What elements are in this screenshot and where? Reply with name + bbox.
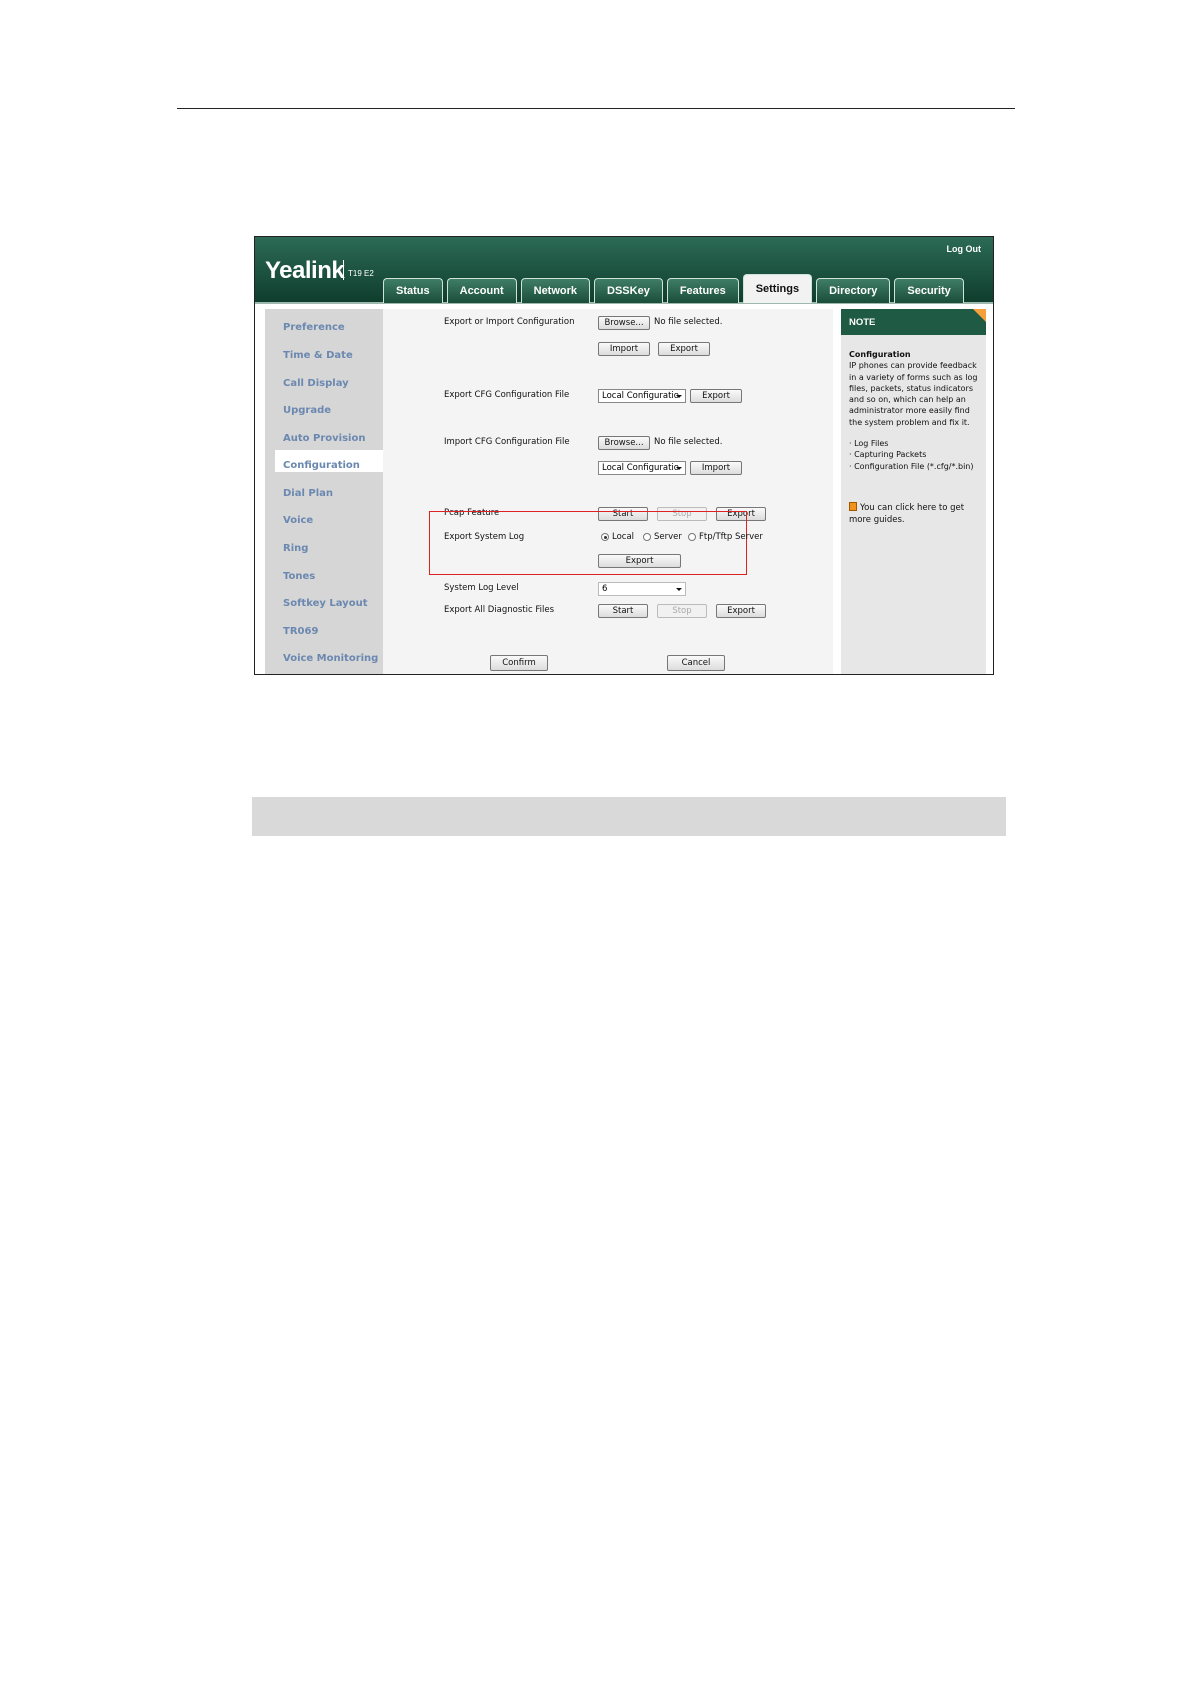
diagnostic-export-button[interactable]: Export	[716, 604, 766, 618]
chevron-down-icon	[676, 467, 682, 470]
export-system-log-label: Export System Log	[444, 532, 525, 542]
config-file-status: No file selected.	[654, 317, 723, 327]
import-cfg-button[interactable]: Import	[690, 461, 742, 475]
export-system-log-button[interactable]: Export	[598, 554, 681, 568]
tab-security[interactable]: Security	[894, 278, 964, 303]
note-title: Configuration	[849, 350, 911, 359]
sidebar-item-dial-plan[interactable]: Dial Plan	[283, 488, 333, 499]
radio-local[interactable]	[601, 533, 609, 541]
import-cfg-browse-button[interactable]: Browse...	[598, 436, 650, 450]
export-cfg-button[interactable]: Export	[690, 389, 742, 403]
cancel-button[interactable]: Cancel	[667, 655, 725, 671]
export-cfg-label: Export CFG Configuration File	[444, 390, 570, 400]
model-label: T19 E2	[348, 269, 374, 278]
configuration-panel: Export or Import Configuration Browse...…	[383, 309, 833, 674]
sidebar-item-time-date[interactable]: Time & Date	[283, 350, 353, 361]
note-body: Configuration IP phones can provide feed…	[849, 349, 981, 472]
sidebar-item-voice[interactable]: Voice	[283, 515, 313, 526]
guide-link[interactable]: You can click here to get more guides.	[849, 502, 979, 526]
config-import-button[interactable]: Import	[598, 342, 650, 356]
chevron-down-icon	[676, 588, 682, 591]
tab-account[interactable]: Account	[446, 278, 517, 303]
config-browse-button[interactable]: Browse...	[598, 316, 650, 330]
chevron-down-icon	[676, 395, 682, 398]
note-corner-fold	[973, 309, 986, 322]
export-import-config-label: Export or Import Configuration	[444, 317, 575, 327]
yealink-logo: Yealink	[265, 257, 345, 284]
sidebar-item-upgrade[interactable]: Upgrade	[283, 405, 331, 416]
highlight-box	[429, 511, 747, 575]
tab-dsskey[interactable]: DSSKey	[594, 278, 663, 303]
caption-bar	[252, 797, 1006, 836]
tab-network[interactable]: Network	[520, 278, 591, 303]
info-icon	[849, 502, 857, 511]
import-cfg-select[interactable]: Local Configuratio	[598, 461, 686, 475]
page-header-rule	[177, 108, 1015, 109]
radio-server-label: Server	[654, 532, 682, 542]
radio-server[interactable]	[643, 533, 651, 541]
confirm-button[interactable]: Confirm	[490, 655, 548, 671]
note-bullet: · Configuration File (*.cfg/*.bin)	[849, 461, 974, 471]
web-ui-screenshot: Yealink T19 E2 Log Out Status Account Ne…	[254, 236, 994, 675]
diagnostic-start-button[interactable]: Start	[598, 604, 648, 618]
system-log-level-select[interactable]: 6	[598, 582, 686, 596]
import-cfg-file-status: No file selected.	[654, 437, 723, 447]
top-header: Yealink T19 E2 Log Out Status Account Ne…	[255, 237, 993, 304]
diagnostic-stop-button[interactable]: Stop	[657, 604, 707, 618]
tab-directory[interactable]: Directory	[816, 278, 891, 303]
export-cfg-select[interactable]: Local Configuratio	[598, 389, 686, 403]
note-text: IP phones can provide feedback in a vari…	[849, 361, 978, 427]
main-tabs: Status Account Network DSSKey Features S…	[383, 274, 964, 303]
sidebar-item-voice-monitoring[interactable]: Voice Monitoring	[283, 653, 378, 664]
guide-text: You can click here to get more guides.	[849, 503, 965, 525]
sidebar-item-preference[interactable]: Preference	[283, 322, 345, 333]
system-log-level-value: 6	[602, 584, 608, 594]
radio-ftp-tftp-server[interactable]	[688, 533, 696, 541]
config-export-button[interactable]: Export	[658, 342, 710, 356]
sidebar-item-ring[interactable]: Ring	[283, 543, 308, 554]
sidebar-item-tr069[interactable]: TR069	[283, 626, 318, 637]
sidebar-item-tones[interactable]: Tones	[283, 571, 315, 582]
export-diagnostic-label: Export All Diagnostic Files	[444, 605, 555, 615]
export-cfg-select-value: Local Configuratio	[602, 391, 679, 401]
settings-sidebar: Preference Time & Date Call Display Upgr…	[265, 309, 383, 674]
sidebar-item-softkey-layout[interactable]: Softkey Layout	[283, 598, 367, 609]
radio-ftp-tftp-server-label: Ftp/Tftp Server	[699, 532, 763, 542]
sidebar-item-auto-provision[interactable]: Auto Provision	[283, 433, 365, 444]
logout-link[interactable]: Log Out	[947, 244, 982, 254]
import-cfg-label: Import CFG Configuration File	[444, 437, 570, 447]
sidebar-item-configuration[interactable]: Configuration	[283, 460, 360, 471]
tab-status[interactable]: Status	[383, 278, 443, 303]
system-log-level-label: System Log Level	[444, 583, 519, 593]
radio-local-label: Local	[612, 532, 635, 542]
note-bullet: · Log Files	[849, 439, 889, 449]
import-cfg-select-value: Local Configuratio	[602, 463, 679, 473]
note-panel: NOTE Configuration IP phones can provide…	[841, 309, 986, 674]
tab-features[interactable]: Features	[666, 278, 739, 303]
tab-settings[interactable]: Settings	[742, 274, 813, 303]
note-header: NOTE	[841, 309, 986, 335]
note-bullet: · Capturing Packets	[849, 450, 927, 460]
sidebar-item-call-display[interactable]: Call Display	[283, 378, 349, 389]
logo-separator	[343, 260, 344, 280]
